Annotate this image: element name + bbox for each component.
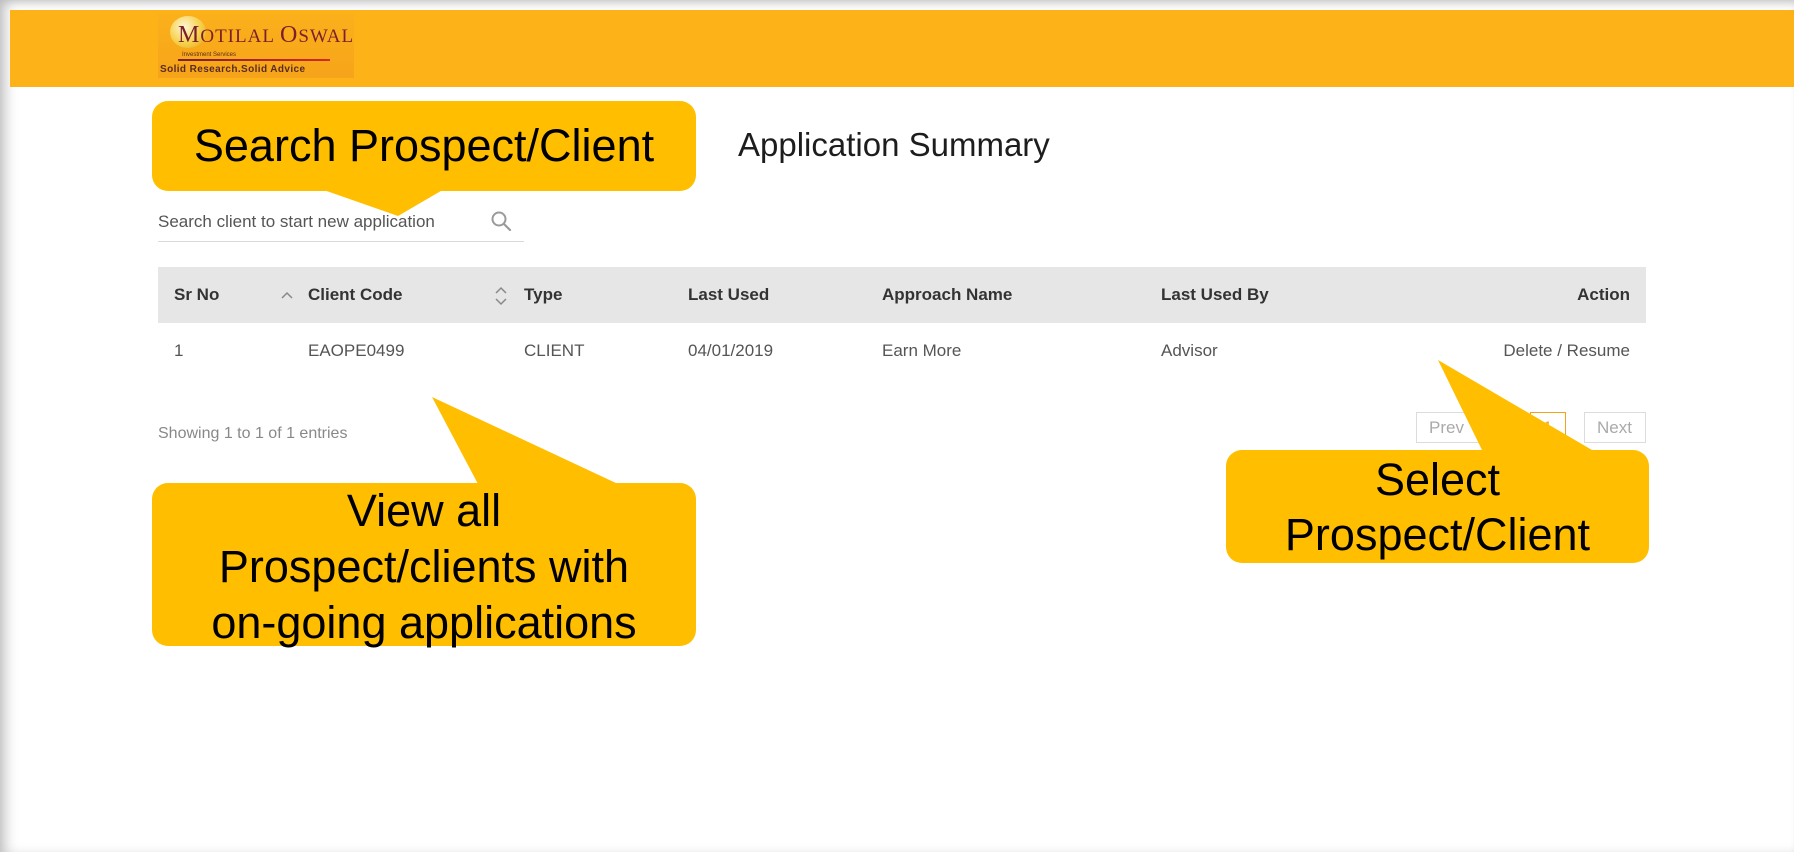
table-header: Sr No Client Code Type Last Used Approac… <box>158 267 1646 323</box>
delete-resume-action[interactable]: Delete / Resume <box>1503 341 1630 361</box>
sort-both-icon[interactable] <box>494 285 508 307</box>
cell-client-code: EAOPE0499 <box>308 341 405 360</box>
cell-last-used-by: Advisor <box>1161 341 1218 360</box>
page-number: 1 <box>1543 418 1553 437</box>
next-label: Next <box>1597 418 1632 437</box>
select-client-callout: Select Prospect/Client <box>1226 450 1649 563</box>
prev-label: Prev <box>1429 418 1464 437</box>
table-row[interactable]: 1 EAOPE0499 CLIENT 04/01/2019 Earn More … <box>158 323 1646 381</box>
cell-type: CLIENT <box>524 341 585 360</box>
page-title: Application Summary <box>738 126 1050 163</box>
select-callout-line-1: Select <box>1374 454 1501 505</box>
col-type[interactable]: Type <box>524 285 562 305</box>
col-last-used[interactable]: Last Used <box>688 285 769 305</box>
search-input[interactable] <box>158 204 478 240</box>
logo-tagline: Solid Research.Solid Advice <box>160 64 306 75</box>
view-callout-line-2: Prospect/clients with <box>218 541 630 592</box>
cell-last-used: 04/01/2019 <box>688 341 774 360</box>
applications-table: Sr No Client Code Type Last Used Approac… <box>158 267 1646 381</box>
view-callout-line-3: on-going applications <box>211 597 637 648</box>
col-last-used-by[interactable]: Last Used By <box>1161 285 1269 305</box>
select-callout-line-2: Prospect/Client <box>1284 509 1591 560</box>
cell-sr-no: 1 <box>174 341 184 360</box>
logo-subtitle: Investment Services <box>182 52 237 58</box>
col-sr-no[interactable]: Sr No <box>174 285 219 305</box>
cell-approach-name: Earn More <box>882 341 962 360</box>
col-approach-name[interactable]: Approach Name <box>882 285 1012 305</box>
entries-info: Showing 1 to 1 of 1 entries <box>158 425 348 442</box>
sort-asc-icon[interactable] <box>280 289 294 301</box>
prev-page-button[interactable]: Prev <box>1416 412 1508 443</box>
view-applications-callout: View all Prospect/clients with on-going … <box>152 483 696 648</box>
search-callout: Search Prospect/Client <box>152 101 696 191</box>
search-bar <box>158 204 524 242</box>
search-callout-text: Search Prospect/Client <box>193 120 655 171</box>
next-page-button[interactable]: Next <box>1584 412 1646 443</box>
search-icon[interactable] <box>490 210 512 232</box>
view-callout-line-1: View all <box>346 485 502 536</box>
col-action: Action <box>1577 285 1630 304</box>
logo-brand: MOTILAL OSWAL <box>178 22 355 48</box>
motilal-oswal-logo[interactable]: MOTILAL OSWAL Investment Services Solid … <box>158 14 354 78</box>
col-client-code[interactable]: Client Code <box>308 285 402 305</box>
page-1-button[interactable]: 1 <box>1530 412 1566 443</box>
logo-divider <box>178 59 330 61</box>
